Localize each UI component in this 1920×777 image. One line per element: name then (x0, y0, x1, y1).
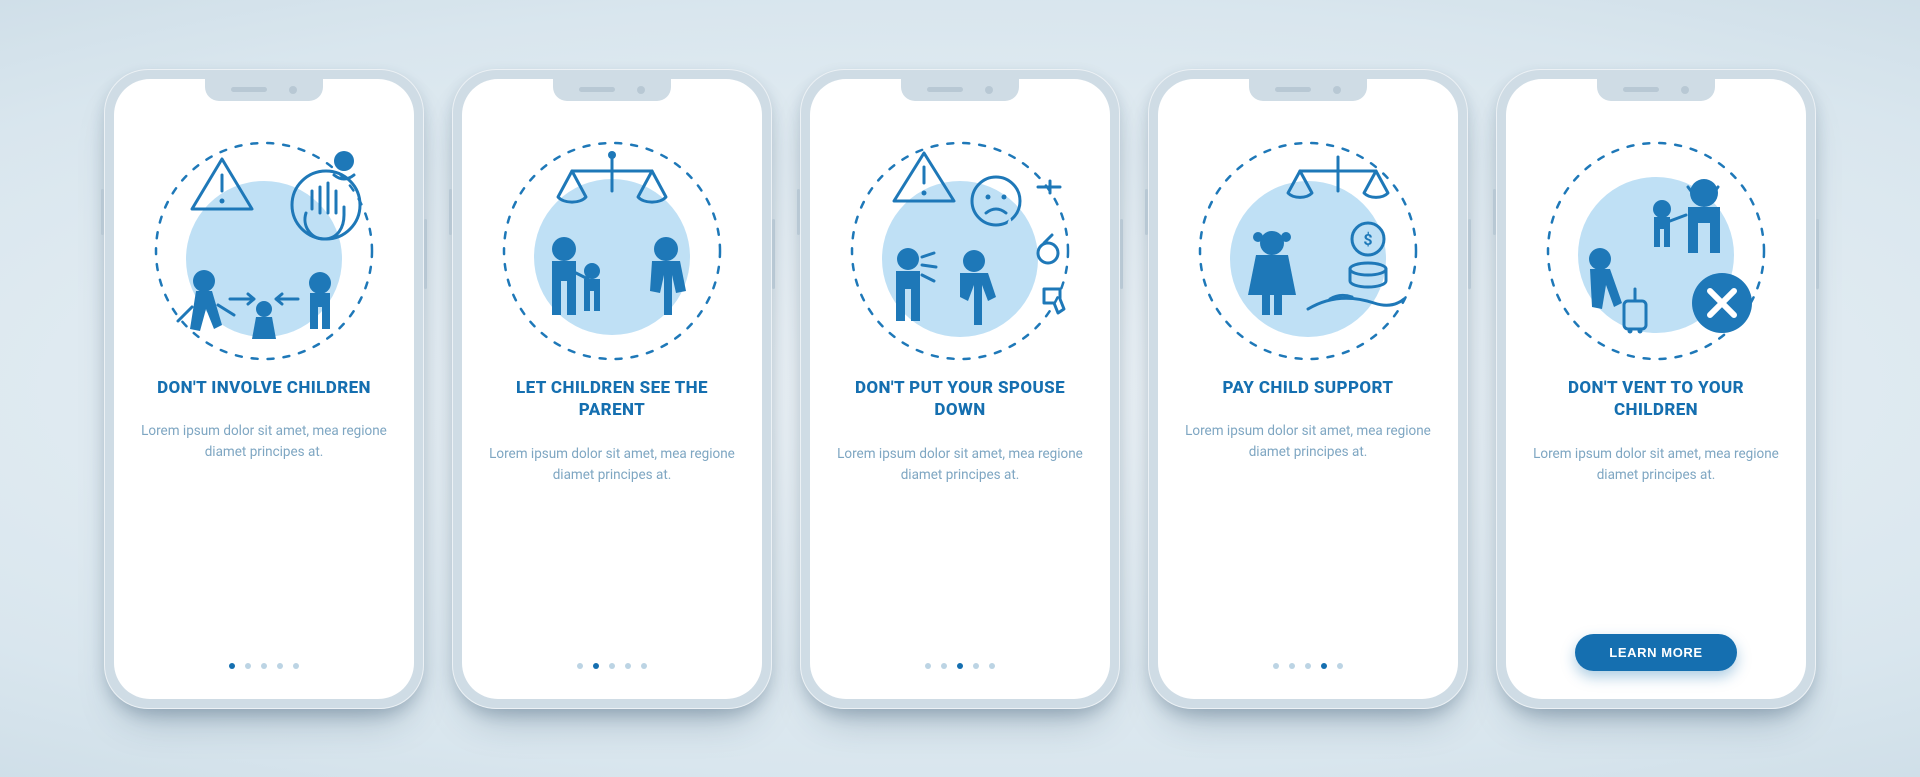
screen-title: DON'T VENT TO YOUR CHILDREN (1528, 377, 1784, 423)
page-dot[interactable] (1289, 663, 1295, 669)
child-support-icon: $ (1188, 131, 1428, 371)
spouse-down-icon (840, 131, 1080, 371)
learn-more-button[interactable]: LEARN MORE (1575, 634, 1736, 671)
page-dot[interactable] (989, 663, 995, 669)
screen-body: Lorem ipsum dolor sit amet, mea regione … (1531, 444, 1781, 486)
screen-body: Lorem ipsum dolor sit amet, mea regione … (139, 421, 389, 463)
page-dot[interactable] (1321, 663, 1327, 669)
page-indicator (925, 663, 995, 669)
phone-notch (1597, 79, 1715, 101)
screen-body: Lorem ipsum dolor sit amet, mea regione … (1183, 421, 1433, 463)
onboarding-screen: DON'T INVOLVE CHILDREN Lorem ipsum dolor… (114, 79, 414, 699)
page-dot[interactable] (1305, 663, 1311, 669)
page-dot[interactable] (1337, 663, 1343, 669)
screen-title: LET CHILDREN SEE THE PARENT (484, 377, 740, 423)
onboarding-screen: DON'T VENT TO YOUR CHILDREN Lorem ipsum … (1506, 79, 1806, 699)
page-dot[interactable] (277, 663, 283, 669)
page-dot[interactable] (941, 663, 947, 669)
screen-body: Lorem ipsum dolor sit amet, mea regione … (487, 444, 737, 486)
screen-title: DON'T INVOLVE CHILDREN (157, 377, 371, 400)
page-dot[interactable] (593, 663, 599, 669)
page-dot[interactable] (293, 663, 299, 669)
screen-title: PAY CHILD SUPPORT (1223, 377, 1394, 400)
phone-mockup: LET CHILDREN SEE THE PARENT Lorem ipsum … (452, 69, 772, 709)
phone-notch (1249, 79, 1367, 101)
dont-vent-icon (1536, 131, 1776, 371)
phone-notch (553, 79, 671, 101)
onboarding-row: DON'T INVOLVE CHILDREN Lorem ipsum dolor… (104, 69, 1816, 709)
page-dot[interactable] (229, 663, 235, 669)
page-dot[interactable] (609, 663, 615, 669)
page-dot[interactable] (245, 663, 251, 669)
page-indicator (229, 663, 299, 669)
page-dot[interactable] (261, 663, 267, 669)
phone-mockup: DON'T VENT TO YOUR CHILDREN Lorem ipsum … (1496, 69, 1816, 709)
page-indicator (1273, 663, 1343, 669)
svg-text:$: $ (1363, 230, 1372, 249)
page-indicator (577, 663, 647, 669)
onboarding-screen: $ PAY CHILD SUPPORT Lorem ipsum dolor si… (1158, 79, 1458, 699)
involve-children-icon (144, 131, 384, 371)
screen-body: Lorem ipsum dolor sit amet, mea regione … (835, 444, 1085, 486)
phone-mockup: DON'T PUT YOUR SPOUSE DOWN Lorem ipsum d… (800, 69, 1120, 709)
onboarding-screen: DON'T PUT YOUR SPOUSE DOWN Lorem ipsum d… (810, 79, 1110, 699)
page-dot[interactable] (641, 663, 647, 669)
phone-mockup: $ PAY CHILD SUPPORT Lorem ipsum dolor si… (1148, 69, 1468, 709)
page-dot[interactable] (973, 663, 979, 669)
phone-notch (901, 79, 1019, 101)
screen-title: DON'T PUT YOUR SPOUSE DOWN (832, 377, 1088, 423)
page-dot[interactable] (925, 663, 931, 669)
see-parent-icon (492, 131, 732, 371)
phone-mockup: DON'T INVOLVE CHILDREN Lorem ipsum dolor… (104, 69, 424, 709)
phone-notch (205, 79, 323, 101)
page-dot[interactable] (577, 663, 583, 669)
page-dot[interactable] (957, 663, 963, 669)
page-dot[interactable] (1273, 663, 1279, 669)
page-dot[interactable] (625, 663, 631, 669)
onboarding-screen: LET CHILDREN SEE THE PARENT Lorem ipsum … (462, 79, 762, 699)
